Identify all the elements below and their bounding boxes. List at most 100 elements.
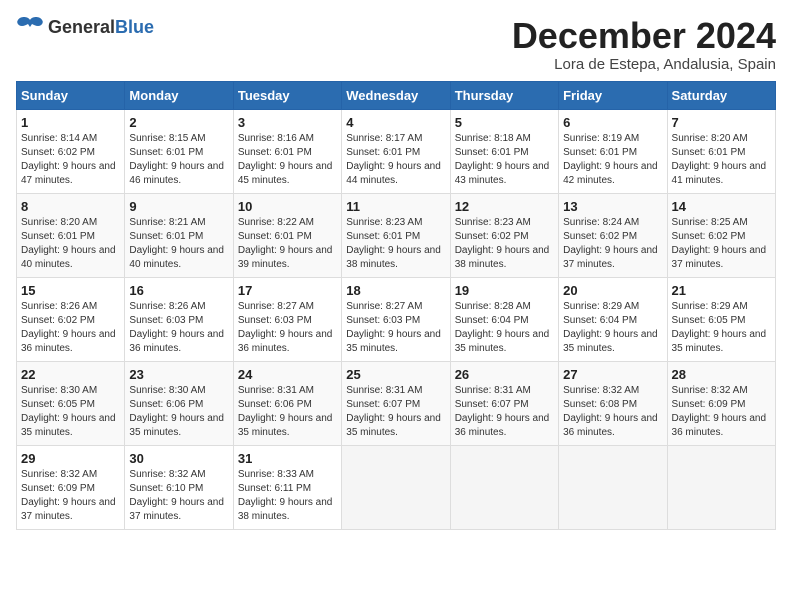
day-cell: 14 Sunrise: 8:25 AMSunset: 6:02 PMDaylig… xyxy=(667,193,775,277)
day-number: 22 xyxy=(21,367,120,382)
logo-blue: Blue xyxy=(115,17,154,37)
day-cell: 16 Sunrise: 8:26 AMSunset: 6:03 PMDaylig… xyxy=(125,277,233,361)
day-cell: 1 Sunrise: 8:14 AMSunset: 6:02 PMDayligh… xyxy=(17,109,125,193)
day-cell: 12 Sunrise: 8:23 AMSunset: 6:02 PMDaylig… xyxy=(450,193,558,277)
day-cell: 13 Sunrise: 8:24 AMSunset: 6:02 PMDaylig… xyxy=(559,193,667,277)
day-cell: 31 Sunrise: 8:33 AMSunset: 6:11 PMDaylig… xyxy=(233,445,341,529)
day-cell: 18 Sunrise: 8:27 AMSunset: 6:03 PMDaylig… xyxy=(342,277,450,361)
cell-details: Sunrise: 8:16 AMSunset: 6:01 PMDaylight:… xyxy=(238,133,333,186)
header-cell-wednesday: Wednesday xyxy=(342,81,450,109)
day-cell xyxy=(342,445,450,529)
week-row-2: 8 Sunrise: 8:20 AMSunset: 6:01 PMDayligh… xyxy=(17,193,776,277)
day-cell: 30 Sunrise: 8:32 AMSunset: 6:10 PMDaylig… xyxy=(125,445,233,529)
cell-details: Sunrise: 8:24 AMSunset: 6:02 PMDaylight:… xyxy=(563,217,658,270)
day-number: 26 xyxy=(455,367,554,382)
day-cell: 21 Sunrise: 8:29 AMSunset: 6:05 PMDaylig… xyxy=(667,277,775,361)
day-cell: 25 Sunrise: 8:31 AMSunset: 6:07 PMDaylig… xyxy=(342,361,450,445)
day-number: 20 xyxy=(563,283,662,298)
day-number: 30 xyxy=(129,451,228,466)
cell-details: Sunrise: 8:21 AMSunset: 6:01 PMDaylight:… xyxy=(129,217,224,270)
day-number: 16 xyxy=(129,283,228,298)
header-cell-thursday: Thursday xyxy=(450,81,558,109)
cell-details: Sunrise: 8:26 AMSunset: 6:03 PMDaylight:… xyxy=(129,301,224,354)
cell-details: Sunrise: 8:17 AMSunset: 6:01 PMDaylight:… xyxy=(346,133,441,186)
cell-details: Sunrise: 8:32 AMSunset: 6:09 PMDaylight:… xyxy=(21,469,116,522)
day-number: 19 xyxy=(455,283,554,298)
day-cell: 29 Sunrise: 8:32 AMSunset: 6:09 PMDaylig… xyxy=(17,445,125,529)
day-cell: 6 Sunrise: 8:19 AMSunset: 6:01 PMDayligh… xyxy=(559,109,667,193)
day-number: 14 xyxy=(672,199,771,214)
header-cell-monday: Monday xyxy=(125,81,233,109)
cell-details: Sunrise: 8:20 AMSunset: 6:01 PMDaylight:… xyxy=(21,217,116,270)
cell-details: Sunrise: 8:27 AMSunset: 6:03 PMDaylight:… xyxy=(238,301,333,354)
cell-details: Sunrise: 8:32 AMSunset: 6:08 PMDaylight:… xyxy=(563,385,658,438)
day-cell: 22 Sunrise: 8:30 AMSunset: 6:05 PMDaylig… xyxy=(17,361,125,445)
day-cell: 24 Sunrise: 8:31 AMSunset: 6:06 PMDaylig… xyxy=(233,361,341,445)
day-cell xyxy=(559,445,667,529)
cell-details: Sunrise: 8:26 AMSunset: 6:02 PMDaylight:… xyxy=(21,301,116,354)
day-number: 9 xyxy=(129,199,228,214)
day-number: 8 xyxy=(21,199,120,214)
cell-details: Sunrise: 8:14 AMSunset: 6:02 PMDaylight:… xyxy=(21,133,116,186)
logo-text: GeneralBlue xyxy=(48,17,154,38)
day-cell: 26 Sunrise: 8:31 AMSunset: 6:07 PMDaylig… xyxy=(450,361,558,445)
cell-details: Sunrise: 8:31 AMSunset: 6:07 PMDaylight:… xyxy=(455,385,550,438)
day-number: 10 xyxy=(238,199,337,214)
day-number: 31 xyxy=(238,451,337,466)
cell-details: Sunrise: 8:23 AMSunset: 6:02 PMDaylight:… xyxy=(455,217,550,270)
day-cell xyxy=(667,445,775,529)
day-number: 24 xyxy=(238,367,337,382)
title-area: December 2024 Lora de Estepa, Andalusia,… xyxy=(512,16,776,73)
day-number: 7 xyxy=(672,115,771,130)
cell-details: Sunrise: 8:27 AMSunset: 6:03 PMDaylight:… xyxy=(346,301,441,354)
day-cell: 3 Sunrise: 8:16 AMSunset: 6:01 PMDayligh… xyxy=(233,109,341,193)
day-number: 12 xyxy=(455,199,554,214)
cell-details: Sunrise: 8:31 AMSunset: 6:06 PMDaylight:… xyxy=(238,385,333,438)
week-row-5: 29 Sunrise: 8:32 AMSunset: 6:09 PMDaylig… xyxy=(17,445,776,529)
day-cell: 4 Sunrise: 8:17 AMSunset: 6:01 PMDayligh… xyxy=(342,109,450,193)
day-number: 15 xyxy=(21,283,120,298)
day-number: 21 xyxy=(672,283,771,298)
calendar-table: SundayMondayTuesdayWednesdayThursdayFrid… xyxy=(16,81,776,530)
day-cell: 15 Sunrise: 8:26 AMSunset: 6:02 PMDaylig… xyxy=(17,277,125,361)
day-cell: 27 Sunrise: 8:32 AMSunset: 6:08 PMDaylig… xyxy=(559,361,667,445)
day-cell: 11 Sunrise: 8:23 AMSunset: 6:01 PMDaylig… xyxy=(342,193,450,277)
day-number: 1 xyxy=(21,115,120,130)
month-title: December 2024 xyxy=(512,16,776,56)
cell-details: Sunrise: 8:30 AMSunset: 6:06 PMDaylight:… xyxy=(129,385,224,438)
header-cell-tuesday: Tuesday xyxy=(233,81,341,109)
day-number: 29 xyxy=(21,451,120,466)
day-number: 5 xyxy=(455,115,554,130)
day-number: 17 xyxy=(238,283,337,298)
cell-details: Sunrise: 8:18 AMSunset: 6:01 PMDaylight:… xyxy=(455,133,550,186)
cell-details: Sunrise: 8:31 AMSunset: 6:07 PMDaylight:… xyxy=(346,385,441,438)
day-cell: 17 Sunrise: 8:27 AMSunset: 6:03 PMDaylig… xyxy=(233,277,341,361)
day-number: 23 xyxy=(129,367,228,382)
cell-details: Sunrise: 8:25 AMSunset: 6:02 PMDaylight:… xyxy=(672,217,767,270)
header-cell-saturday: Saturday xyxy=(667,81,775,109)
day-number: 4 xyxy=(346,115,445,130)
day-number: 25 xyxy=(346,367,445,382)
week-row-3: 15 Sunrise: 8:26 AMSunset: 6:02 PMDaylig… xyxy=(17,277,776,361)
header: GeneralBlue December 2024 Lora de Estepa… xyxy=(16,16,776,73)
header-row: SundayMondayTuesdayWednesdayThursdayFrid… xyxy=(17,81,776,109)
logo: GeneralBlue xyxy=(16,16,154,38)
day-cell: 7 Sunrise: 8:20 AMSunset: 6:01 PMDayligh… xyxy=(667,109,775,193)
day-cell: 23 Sunrise: 8:30 AMSunset: 6:06 PMDaylig… xyxy=(125,361,233,445)
cell-details: Sunrise: 8:23 AMSunset: 6:01 PMDaylight:… xyxy=(346,217,441,270)
day-cell: 9 Sunrise: 8:21 AMSunset: 6:01 PMDayligh… xyxy=(125,193,233,277)
day-cell: 8 Sunrise: 8:20 AMSunset: 6:01 PMDayligh… xyxy=(17,193,125,277)
cell-details: Sunrise: 8:29 AMSunset: 6:04 PMDaylight:… xyxy=(563,301,658,354)
cell-details: Sunrise: 8:29 AMSunset: 6:05 PMDaylight:… xyxy=(672,301,767,354)
day-number: 3 xyxy=(238,115,337,130)
day-number: 6 xyxy=(563,115,662,130)
cell-details: Sunrise: 8:32 AMSunset: 6:10 PMDaylight:… xyxy=(129,469,224,522)
header-cell-sunday: Sunday xyxy=(17,81,125,109)
logo-bird-icon xyxy=(16,16,44,38)
day-cell: 28 Sunrise: 8:32 AMSunset: 6:09 PMDaylig… xyxy=(667,361,775,445)
day-cell: 5 Sunrise: 8:18 AMSunset: 6:01 PMDayligh… xyxy=(450,109,558,193)
day-cell: 2 Sunrise: 8:15 AMSunset: 6:01 PMDayligh… xyxy=(125,109,233,193)
cell-details: Sunrise: 8:30 AMSunset: 6:05 PMDaylight:… xyxy=(21,385,116,438)
header-cell-friday: Friday xyxy=(559,81,667,109)
cell-details: Sunrise: 8:19 AMSunset: 6:01 PMDaylight:… xyxy=(563,133,658,186)
